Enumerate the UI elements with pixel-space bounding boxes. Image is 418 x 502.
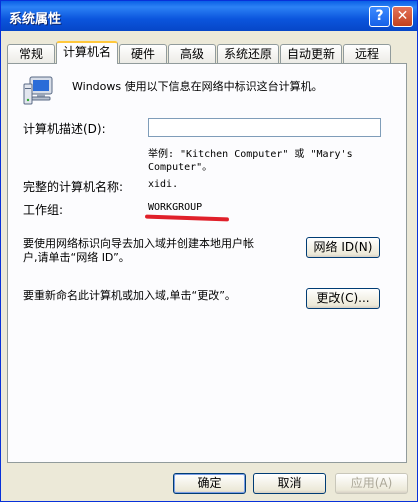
window-title: 系统属性	[9, 12, 62, 27]
tab-computer-name[interactable]: 计算机名	[56, 41, 118, 64]
network-id-button[interactable]: 网络 ID(N)	[306, 237, 380, 258]
computer-description-label: 计算机描述(D):	[23, 122, 106, 136]
title-bar[interactable]: 系统属性 ? ✕	[1, 1, 417, 31]
red-annotation-underline	[144, 214, 230, 222]
rename-text: 要重新命名此计算机或加入域,单击“更改”。	[23, 289, 236, 302]
tab-advanced[interactable]: 高级	[168, 44, 216, 63]
close-button[interactable]: ✕	[392, 6, 413, 27]
help-button[interactable]: ?	[369, 6, 390, 27]
full-computer-name-value: xidi.	[148, 179, 179, 190]
apply-button[interactable]: 应用(A)	[335, 473, 408, 494]
full-computer-name-label: 完整的计算机名称:	[23, 180, 124, 194]
tab-remote[interactable]: 远程	[343, 44, 391, 63]
computer-icon	[22, 74, 56, 111]
cancel-button[interactable]: 取消	[253, 473, 326, 494]
computer-name-panel: Windows 使用以下信息在网络中标识这台计算机。 计算机描述(D): 举例:…	[7, 63, 407, 463]
network-id-text-line2: 户,请单击“网络 ID”。	[23, 251, 130, 264]
tab-system-restore[interactable]: 系统还原	[217, 44, 279, 63]
system-properties-dialog: 系统属性 ? ✕ 常规 计算机名 硬件 高级 系统还原 自动更新 远程 Wind…	[0, 0, 418, 502]
tab-general[interactable]: 常规	[7, 44, 55, 63]
change-button[interactable]: 更改(C)...	[306, 288, 380, 309]
tab-automatic-updates[interactable]: 自动更新	[280, 44, 342, 63]
workgroup-label: 工作组:	[23, 203, 64, 217]
tab-hardware[interactable]: 硬件	[119, 44, 167, 63]
computer-description-input[interactable]	[148, 118, 381, 137]
example-text-line2: Computer"。	[148, 162, 213, 173]
workgroup-value: WORKGROUP	[148, 202, 203, 213]
info-text: Windows 使用以下信息在网络中标识这台计算机。	[72, 80, 323, 93]
ok-button[interactable]: 确定	[173, 473, 246, 494]
